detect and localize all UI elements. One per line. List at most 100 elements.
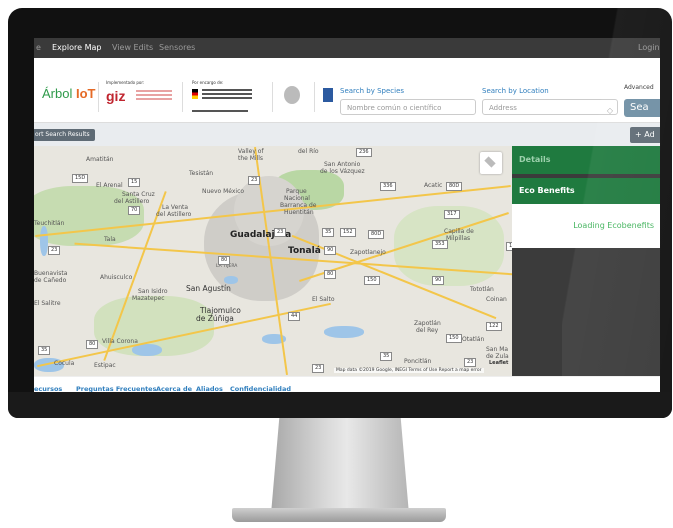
highway-shield: 15D <box>72 174 89 183</box>
highway-shield: 23 <box>248 176 261 185</box>
highway-shield: 44 <box>288 312 301 321</box>
top-nav: e Explore Map View Edits Sensores Login <box>34 38 660 58</box>
nav-explore-map[interactable]: Explore Map <box>52 43 101 52</box>
map-label: Amatitán <box>86 156 114 163</box>
map-label: Ahuisculco <box>100 274 133 281</box>
highway-shield: 23 <box>312 364 325 373</box>
map-label: Santa Cruz <box>122 191 155 198</box>
map-label: Tala <box>104 236 116 243</box>
map-label: Capilla de <box>444 228 474 235</box>
map-label: San Isidro <box>138 288 168 295</box>
brand-text: Árbol <box>42 86 73 101</box>
details-panel: Details Eco Benefits Loading Ecobenefits <box>512 146 660 376</box>
map-label: Zapotlán <box>414 320 441 327</box>
highway-shield: 35 <box>380 352 393 361</box>
species-search-input[interactable]: Nombre común o científico <box>340 99 476 115</box>
giz-logo: giz <box>106 88 126 104</box>
highway-shield: 353 <box>432 240 448 249</box>
map-attribution[interactable]: Map data ©2019 Google, INEGI Terms of Us… <box>334 368 484 373</box>
map-label: La Venta <box>162 204 189 211</box>
tag-icon[interactable]: ◇ <box>607 103 613 119</box>
map-water <box>224 276 238 284</box>
map-label: the Mills <box>238 155 264 162</box>
brand-logo[interactable]: Árbol IoT <box>42 86 95 101</box>
bmz-flag-icon <box>192 89 198 99</box>
map-label: Buenavista <box>34 270 68 277</box>
map-water <box>40 226 48 256</box>
map-label: Otatlán <box>462 336 485 343</box>
highway-shield: 80D <box>368 230 385 239</box>
bmz-caption: Por encargo de: <box>192 80 224 85</box>
map-label: El Arenal <box>96 182 123 189</box>
map-label: Poncitlán <box>404 358 432 365</box>
map-label: de los Vázquez <box>320 168 365 175</box>
highway-shield: 317 <box>444 210 460 219</box>
map-label: Tonalá <box>288 246 321 256</box>
map-label: del Astillero <box>114 198 150 205</box>
highway-shield: 236 <box>356 148 372 157</box>
bmz-logo-lines <box>202 89 252 101</box>
highway-shield: 80 <box>324 270 337 279</box>
eco-benefits-tab[interactable]: Eco Benefits <box>512 178 660 204</box>
highway-shield: 23 <box>274 228 287 237</box>
map-label: Barranca de <box>280 202 317 209</box>
giz-logo-lines <box>136 90 172 102</box>
highway-shield: 90 <box>324 246 337 255</box>
ecobenefits-loading-text: Loading Ecobenefits <box>512 204 660 248</box>
nav-dot: e <box>36 43 41 52</box>
export-search-results-button[interactable]: ort Search Results <box>34 129 95 141</box>
brand-accent: IoT <box>75 86 96 101</box>
leaflet-credit-link[interactable]: Leaflet <box>489 360 508 366</box>
header: Árbol IoT Implementado por: giz Por enca… <box>34 58 660 122</box>
search-button[interactable]: Sea <box>624 99 660 117</box>
partner-logo-icon <box>323 88 333 102</box>
highway-shield: 152 <box>340 228 356 237</box>
highway-shield: 23 <box>48 246 61 255</box>
monitor-stand-neck <box>271 418 409 514</box>
divider <box>98 82 99 112</box>
map-label: San Ma <box>486 346 509 353</box>
divider <box>272 82 273 112</box>
map-label: San Agustín <box>186 284 231 293</box>
highway-shield: 90 <box>432 276 445 285</box>
map-label: de Cañedo <box>34 277 67 284</box>
highway-shield: 23 <box>464 358 477 367</box>
map-label: Nacional <box>284 195 310 202</box>
details-tab[interactable]: Details <box>512 146 660 174</box>
location-placeholder: Address <box>489 104 517 112</box>
highway-shield: 150 <box>446 334 462 343</box>
map-label: Teuchitlán <box>34 220 65 227</box>
map-label: Mazatepec <box>132 295 165 302</box>
nav-view-edits[interactable]: View Edits <box>112 43 153 52</box>
highway-shield: 35 <box>38 346 51 355</box>
map-view[interactable]: Amatitán Tesistán El Arenal Santa Cruz d… <box>34 146 512 376</box>
map-water <box>324 326 364 338</box>
monitor-bezel: e Explore Map View Edits Sensores Login … <box>8 8 672 418</box>
map-label: Acatic <box>424 182 443 189</box>
search-species-label: Search by Species <box>340 87 405 95</box>
nav-login[interactable]: Login <box>638 43 660 52</box>
bmz-footer-line <box>192 110 248 112</box>
highway-shield: 35 <box>322 228 335 237</box>
toolbar: ort Search Results + Ad <box>34 122 660 147</box>
map-label: Villa Corona <box>102 338 138 345</box>
map-label: Nuevo México <box>202 188 245 195</box>
map-label: Zapotlanejo <box>350 249 386 256</box>
add-tree-button[interactable]: + Ad <box>630 127 660 143</box>
map-label: del Astillero <box>156 211 192 218</box>
map-label: San Antonio <box>324 161 361 168</box>
highway-shield: 15 <box>128 178 141 187</box>
divider <box>182 82 183 112</box>
nav-sensores[interactable]: Sensores <box>159 43 195 52</box>
monitor-stand-base <box>232 508 446 522</box>
map-label: Valley of <box>238 148 264 155</box>
location-search-input[interactable]: Address ◇ <box>482 99 618 115</box>
divider <box>314 82 315 112</box>
layers-toggle-button[interactable] <box>480 152 502 174</box>
map-label: Cocula <box>54 360 75 367</box>
map-label: Parque <box>286 188 307 195</box>
map-label: de Zula <box>486 353 509 360</box>
map-label: de Zúñiga <box>196 314 234 323</box>
government-seal-icon <box>284 86 300 104</box>
advanced-search-link[interactable]: Advanced <box>624 84 654 91</box>
